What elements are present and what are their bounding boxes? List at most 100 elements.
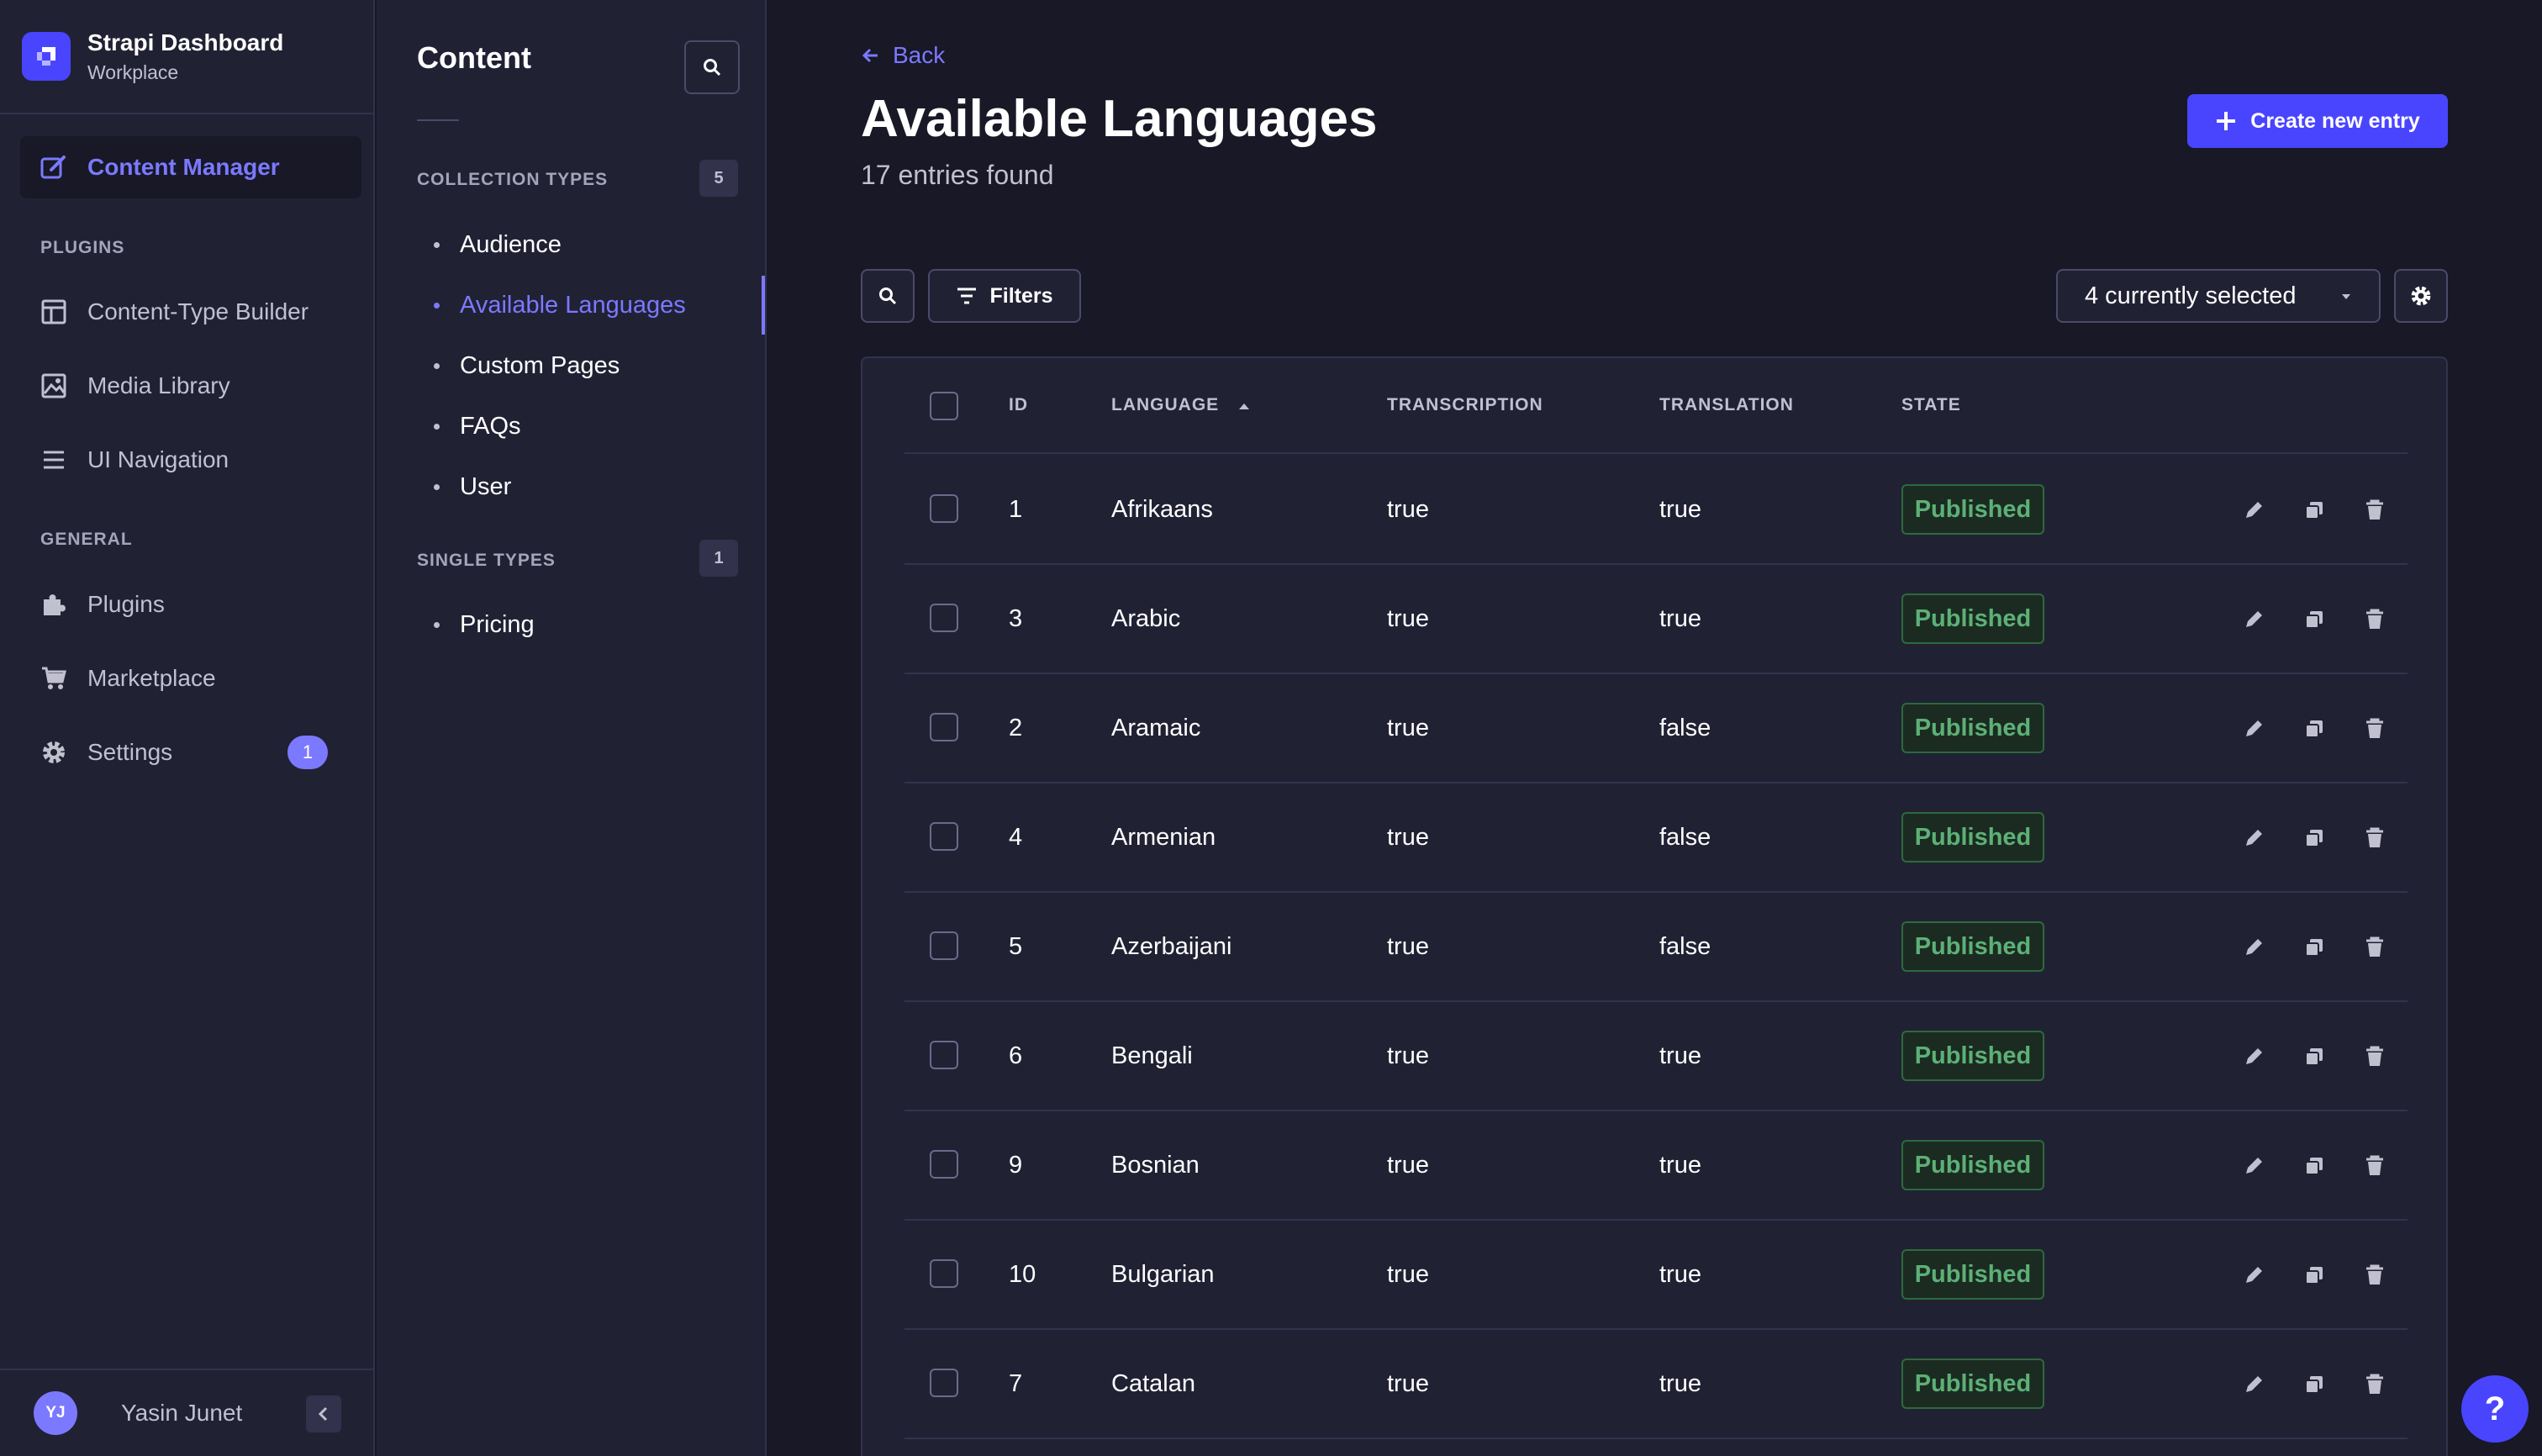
table-row[interactable]: 1 Afrikaans true true Published [904,456,2408,565]
avatar[interactable]: YJ [34,1391,77,1435]
row-checkbox[interactable] [930,1369,958,1397]
trash-icon [2366,609,2383,629]
edit-button[interactable] [2241,935,2266,960]
delete-button[interactable] [2362,826,2387,851]
sort-ascending-icon [1239,404,1250,409]
table-row[interactable]: 2 Aramaic true false Published [904,674,2408,783]
select-all-checkbox[interactable] [930,392,958,420]
help-button[interactable]: ? [2461,1375,2529,1443]
pencil-icon [2246,611,2262,627]
edit-button[interactable] [2241,716,2266,741]
edit-button[interactable] [2241,1372,2266,1397]
sub-nav-title: Content [417,40,531,75]
column-header-id[interactable]: ID [1009,395,1028,415]
duplicate-button[interactable] [2302,1372,2327,1397]
sub-nav-search-button[interactable] [684,40,740,94]
duplicate-button[interactable] [2302,1153,2327,1179]
cell-language: Armenian [1111,824,1216,851]
cell-language: Bengali [1111,1042,1193,1069]
cell-language: Aramaic [1111,715,1201,741]
duplicate-button[interactable] [2302,607,2327,632]
edit-button[interactable] [2241,1263,2266,1288]
table-row[interactable]: 3 Arabic true true Published [904,565,2408,674]
table-settings-button[interactable] [2394,269,2448,323]
delete-button[interactable] [2362,1263,2387,1288]
nav-plugins[interactable]: Plugins [20,573,361,636]
collection-types-count: 5 [699,160,738,197]
cell-language: Catalan [1111,1370,1195,1397]
edit-button[interactable] [2241,1153,2266,1179]
cell-translation: false [1659,824,1711,851]
delete-button[interactable] [2362,498,2387,523]
delete-button[interactable] [2362,607,2387,632]
nav-settings[interactable]: Settings 1 [20,721,361,783]
nav-content-manager[interactable]: Content Manager [20,136,361,198]
back-link[interactable]: Back [861,42,945,69]
sub-nav-item-custom-pages[interactable]: Custom Pages [434,336,765,395]
table-row[interactable]: 5 Azerbaijani true false Published [904,893,2408,1002]
row-checkbox[interactable] [930,822,958,851]
chevron-down-icon [2342,294,2350,299]
delete-button[interactable] [2362,935,2387,960]
collection-types-heading: COLLECTION TYPES [417,170,609,189]
delete-button[interactable] [2362,1372,2387,1397]
duplicate-icon [2305,1376,2323,1394]
sub-nav-item-user[interactable]: User [434,457,765,516]
collapse-nav-button[interactable] [306,1395,341,1432]
table-row[interactable]: 10 Bulgarian true true Published [904,1221,2408,1330]
table-row[interactable]: 4 Armenian true false Published [904,783,2408,893]
duplicate-button[interactable] [2302,826,2327,851]
table-row[interactable]: 7 Catalan true true Published [904,1330,2408,1439]
nav-ui-navigation[interactable]: UI Navigation [20,429,361,491]
trash-icon [2366,499,2383,520]
delete-button[interactable] [2362,716,2387,741]
column-header-transcription[interactable]: TRANSCRIPTION [1387,395,1543,415]
duplicate-icon [2305,611,2323,629]
create-new-entry-button[interactable]: Create new entry [2187,94,2448,148]
duplicate-button[interactable] [2302,1044,2327,1069]
row-checkbox[interactable] [930,1041,958,1069]
edit-button[interactable] [2241,498,2266,523]
row-checkbox[interactable] [930,1259,958,1288]
user-name[interactable]: Yasin Junet [121,1400,242,1427]
cell-translation: true [1659,1152,1701,1179]
sub-nav-item-audience[interactable]: Audience [434,215,765,274]
row-checkbox[interactable] [930,494,958,523]
table-search-button[interactable] [861,269,915,323]
table-row[interactable]: 6 Bengali true true Published [904,1002,2408,1111]
duplicate-icon [2305,1158,2323,1175]
edit-button[interactable] [2241,826,2266,851]
column-header-language[interactable]: LANGUAGE [1111,395,1250,415]
nav-section-plugins: PLUGINS [40,238,125,257]
duplicate-button[interactable] [2302,498,2327,523]
entries-count: 17 entries found [861,160,1054,190]
brand-subtitle: Workplace [87,61,179,83]
nav-media-library[interactable]: Media Library [20,355,361,417]
duplicate-icon [2305,939,2323,957]
divider [417,119,459,121]
delete-button[interactable] [2362,1153,2387,1179]
nav-content-type-builder[interactable]: Content-Type Builder [20,281,361,343]
edit-button[interactable] [2241,1044,2266,1069]
delete-button[interactable] [2362,1044,2387,1069]
duplicate-button[interactable] [2302,716,2327,741]
edit-button[interactable] [2241,607,2266,632]
column-header-state[interactable]: STATE [1901,395,1961,415]
row-checkbox[interactable] [930,1150,958,1179]
columns-select[interactable]: 4 currently selected [2056,269,2381,323]
duplicate-icon [2305,720,2323,738]
sub-nav-item-pricing[interactable]: Pricing [434,595,765,654]
nav-marketplace[interactable]: Marketplace [20,647,361,710]
cell-translation: false [1659,933,1711,960]
duplicate-button[interactable] [2302,935,2327,960]
row-checkbox[interactable] [930,604,958,632]
row-checkbox[interactable] [930,931,958,960]
sub-nav-item-faqs[interactable]: FAQs [434,397,765,456]
filters-button[interactable]: Filters [928,269,1081,323]
table-row[interactable]: 9 Bosnian true true Published [904,1111,2408,1221]
duplicate-button[interactable] [2302,1263,2327,1288]
row-checkbox[interactable] [930,713,958,741]
sub-nav-item-available-languages[interactable]: Available Languages [434,276,765,335]
single-types-count: 1 [699,540,738,577]
column-header-translation[interactable]: TRANSLATION [1659,395,1794,415]
